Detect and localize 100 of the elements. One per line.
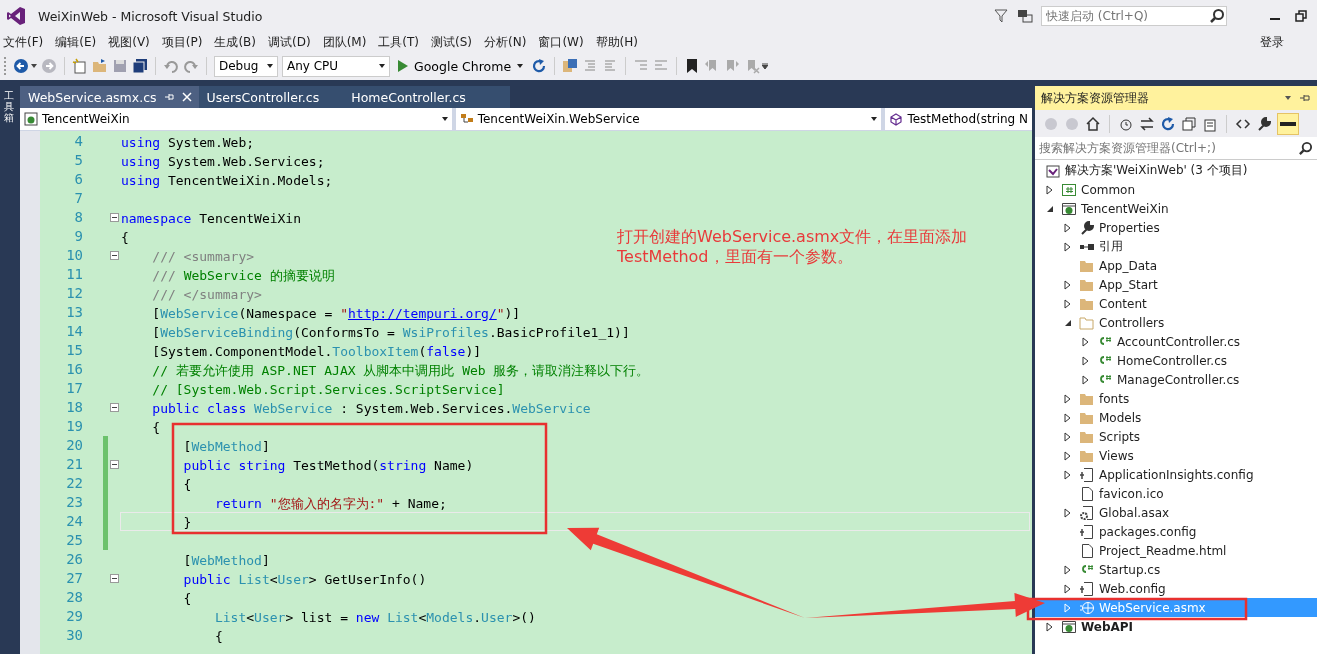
expander-icon[interactable]	[1064, 450, 1072, 461]
tree-item[interactable]: Web.config	[1035, 579, 1317, 598]
collapse-icon[interactable]	[109, 251, 119, 260]
wrench-icon[interactable]	[1256, 115, 1272, 132]
toolbox-tab[interactable]: 工具箱	[4, 90, 14, 123]
bookmark-icon[interactable]	[562, 58, 579, 74]
expander-icon[interactable]	[1064, 279, 1072, 290]
tree-item[interactable]: Properties	[1035, 218, 1317, 237]
quick-launch-field[interactable]: 快速启动 (Ctrl+Q)	[1041, 6, 1227, 26]
refresh-icon[interactable]	[1160, 115, 1176, 132]
expander-icon[interactable]	[1064, 241, 1072, 252]
line-number: 10	[65, 246, 83, 265]
filter-icon[interactable]	[993, 8, 1009, 24]
line-number: 7	[73, 189, 83, 208]
tree-item[interactable]: Views	[1035, 446, 1317, 465]
preview-toggle[interactable]	[1277, 112, 1299, 135]
back-icon[interactable]	[13, 58, 29, 74]
pin-icon[interactable]	[162, 91, 175, 103]
file-icon	[1079, 542, 1095, 559]
expander-icon[interactable]	[1064, 222, 1072, 233]
navigation-dropdown[interactable]: TestMethod(string N	[885, 108, 1032, 130]
expander-icon[interactable]	[1082, 336, 1090, 347]
menu-item[interactable]: 工具(T)	[375, 33, 429, 51]
start-debugging-button[interactable]: Google Chrome	[394, 58, 528, 74]
document-tab[interactable]: UsersController.cs	[198, 86, 326, 108]
collapse-all-icon[interactable]	[1181, 115, 1197, 132]
expander-icon[interactable]	[1082, 374, 1090, 385]
tree-item[interactable]: ApplicationInsights.config	[1035, 465, 1317, 484]
config-file-icon	[1079, 523, 1095, 540]
tree-item[interactable]: packages.config	[1035, 522, 1317, 541]
line-number: 12	[65, 284, 83, 303]
menu-item[interactable]: 项目(P)	[158, 33, 212, 51]
collapse-icon[interactable]	[109, 213, 119, 222]
menu-item[interactable]: 分析(N)	[481, 33, 536, 51]
collapse-icon[interactable]	[109, 574, 119, 583]
tree-item[interactable]: WebAPI	[1035, 617, 1317, 636]
code-line: /// <summary>	[151, 248, 255, 264]
tree-item[interactable]: Startup.cs	[1035, 560, 1317, 579]
menu-item[interactable]: 文件(F)	[0, 33, 53, 51]
menu-item[interactable]: 测试(S)	[428, 33, 482, 51]
navigation-dropdown[interactable]: TencentWeiXin.WebService	[455, 108, 882, 130]
refresh-icon[interactable]	[531, 58, 548, 74]
restore-icon[interactable]	[1295, 10, 1307, 22]
expander-icon[interactable]	[1064, 583, 1072, 594]
expander-icon[interactable]	[1064, 431, 1072, 442]
tree-item[interactable]: AccountController.cs	[1035, 332, 1317, 351]
sign-in-link[interactable]: 登录	[1257, 33, 1293, 51]
tree-item[interactable]: Project_Readme.html	[1035, 541, 1317, 560]
document-tab[interactable]: WebService.asmx.cs	[20, 86, 199, 108]
open-folder-icon[interactable]	[92, 58, 108, 74]
dropdown-caret-icon[interactable]	[31, 64, 37, 68]
pin-icon[interactable]	[1299, 92, 1311, 104]
expander-icon[interactable]	[1064, 469, 1072, 480]
tree-item[interactable]: favicon.ico	[1035, 484, 1317, 503]
collapse-icon[interactable]	[109, 460, 119, 469]
line-number: 15	[65, 341, 83, 360]
menu-item[interactable]: 调试(D)	[265, 33, 320, 51]
expander-icon[interactable]	[1064, 393, 1072, 404]
expander-icon[interactable]	[1082, 355, 1090, 366]
navigation-dropdown[interactable]: TencentWeiXin	[20, 108, 452, 130]
tree-item[interactable]: 引用	[1035, 237, 1317, 256]
tree-item[interactable]: TencentWeiXin	[1035, 199, 1317, 218]
save-all-icon[interactable]	[132, 58, 148, 74]
tree-item[interactable]: App_Data	[1035, 256, 1317, 275]
new-project-icon[interactable]	[72, 58, 88, 74]
overflow-icon[interactable]	[762, 63, 769, 69]
expander-icon[interactable]	[1064, 507, 1072, 518]
tree-item[interactable]: Scripts	[1035, 427, 1317, 446]
tree-item[interactable]: Global.asax	[1035, 503, 1317, 522]
search-icon[interactable]	[1298, 140, 1313, 156]
close-icon[interactable]	[180, 91, 193, 103]
expander-icon[interactable]	[1064, 564, 1072, 575]
menu-item[interactable]: 团队(M)	[319, 33, 376, 51]
line-number: 27	[65, 569, 83, 588]
platform-dropdown[interactable]: Any CPU	[282, 55, 390, 77]
tree-item[interactable]: App_Start	[1035, 275, 1317, 294]
tree-item[interactable]: 解决方案'WeiXinWeb' (3 个项目)	[1035, 161, 1317, 180]
menu-item[interactable]: 视图(V)	[105, 33, 159, 51]
expander-icon[interactable]	[1046, 621, 1054, 632]
tree-item[interactable]: HomeController.cs	[1035, 351, 1317, 370]
tree-item[interactable]: ManageController.cs	[1035, 370, 1317, 389]
menu-item[interactable]: 编辑(E)	[52, 33, 106, 51]
menu-item[interactable]: 生成(B)	[211, 33, 265, 51]
document-tab[interactable]: HomeController.cs	[325, 86, 510, 108]
feedback-icon[interactable]	[1017, 8, 1033, 24]
home-icon[interactable]	[1085, 115, 1101, 132]
menu-item[interactable]: 帮助(H)	[592, 33, 647, 51]
tree-item[interactable]: Controllers	[1035, 313, 1317, 332]
sync-icon[interactable]	[1139, 115, 1155, 132]
collapse-icon[interactable]	[109, 403, 119, 412]
tree-item[interactable]: Models	[1035, 408, 1317, 427]
tree-item[interactable]: Content	[1035, 294, 1317, 313]
expander-icon[interactable]	[1046, 184, 1054, 195]
expander-icon[interactable]	[1064, 412, 1072, 423]
tree-item[interactable]: Common	[1035, 180, 1317, 199]
tree-item[interactable]: fonts	[1035, 389, 1317, 408]
dropdown-caret-icon[interactable]	[1285, 96, 1291, 100]
expander-icon[interactable]	[1064, 298, 1072, 309]
menu-item[interactable]: 窗口(W)	[535, 33, 593, 51]
configuration-dropdown[interactable]: Debug	[214, 55, 278, 77]
